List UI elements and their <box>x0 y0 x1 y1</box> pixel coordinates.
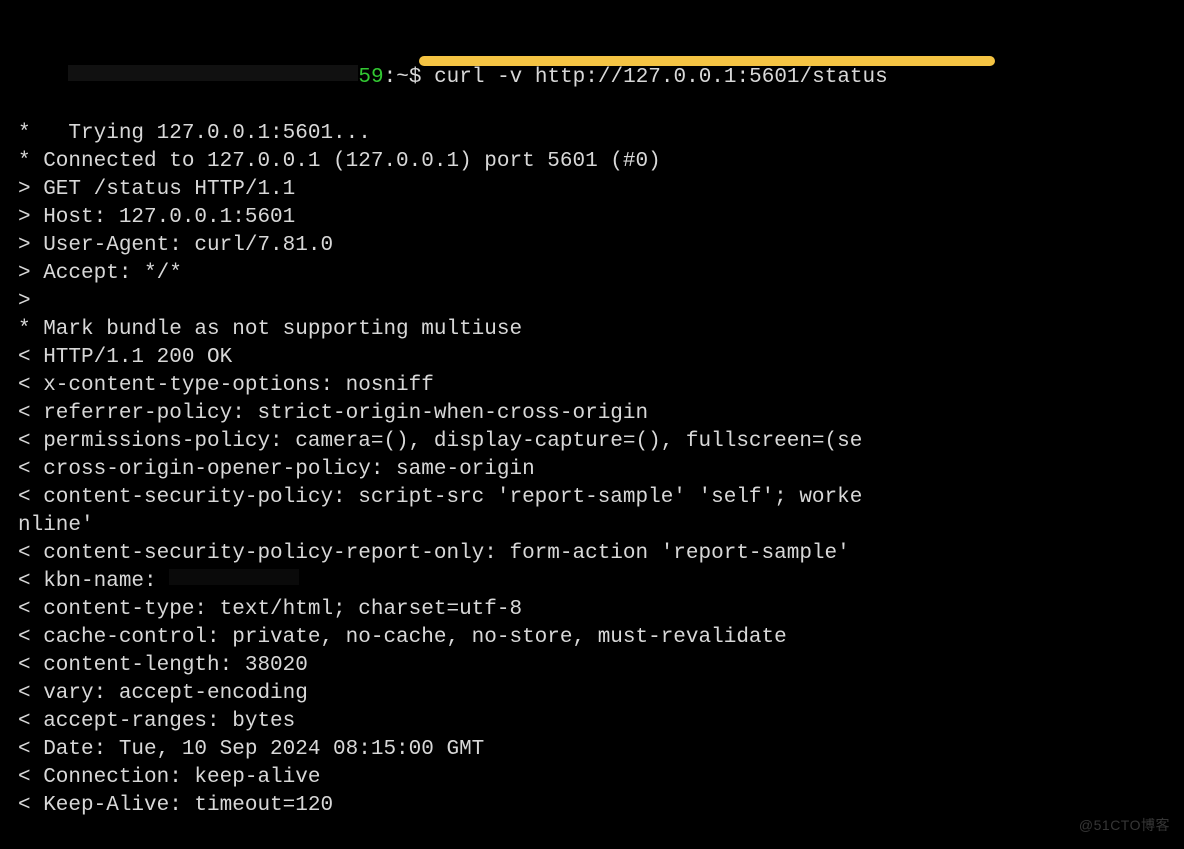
prompt-line: 59:~$ curl -v http://127.0.0.1:5601/stat… <box>18 36 1172 120</box>
output-line: * Trying 127.0.0.1:5601... <box>18 120 1172 148</box>
output-line: < permissions-policy: camera=(), display… <box>18 428 1172 456</box>
highlight-underline <box>419 56 995 66</box>
output-line: * Mark bundle as not supporting multiuse <box>18 316 1172 344</box>
output-line: < accept-ranges: bytes <box>18 708 1172 736</box>
output-line: < cache-control: private, no-cache, no-s… <box>18 624 1172 652</box>
output-line: < kbn-name: <box>18 568 1172 596</box>
prompt-fragment: 59 <box>358 66 383 89</box>
watermark-text: @51CTO博客 <box>1079 811 1170 839</box>
kbn-name-label: < kbn-name: <box>18 570 169 593</box>
output-line: > Host: 127.0.0.1:5601 <box>18 204 1172 232</box>
output-line: < Connection: keep-alive <box>18 764 1172 792</box>
output-line: > Accept: */* <box>18 260 1172 288</box>
command-text: curl -v http://127.0.0.1:5601/status <box>434 66 888 89</box>
output-line: < Date: Tue, 10 Sep 2024 08:15:00 GMT <box>18 736 1172 764</box>
redacted-hostname <box>68 65 358 81</box>
output-line: < content-length: 38020 <box>18 652 1172 680</box>
output-line: > User-Agent: curl/7.81.0 <box>18 232 1172 260</box>
output-line: > GET /status HTTP/1.1 <box>18 176 1172 204</box>
output-line: > <box>18 288 1172 316</box>
output-line: < vary: accept-encoding <box>18 680 1172 708</box>
redacted-kbn-name <box>169 569 299 585</box>
output-line: * Connected to 127.0.0.1 (127.0.0.1) por… <box>18 148 1172 176</box>
output-line: < cross-origin-opener-policy: same-origi… <box>18 456 1172 484</box>
terminal-output[interactable]: 59:~$ curl -v http://127.0.0.1:5601/stat… <box>18 36 1172 820</box>
output-line: < content-security-policy: script-src 'r… <box>18 484 1172 512</box>
output-line: nline' <box>18 512 1172 540</box>
output-line: < content-type: text/html; charset=utf-8 <box>18 596 1172 624</box>
output-line: < HTTP/1.1 200 OK <box>18 344 1172 372</box>
prompt-path: :~$ <box>384 66 422 89</box>
output-line: < Keep-Alive: timeout=120 <box>18 792 1172 820</box>
output-line: < x-content-type-options: nosniff <box>18 372 1172 400</box>
output-line: < referrer-policy: strict-origin-when-cr… <box>18 400 1172 428</box>
output-line: < content-security-policy-report-only: f… <box>18 540 1172 568</box>
